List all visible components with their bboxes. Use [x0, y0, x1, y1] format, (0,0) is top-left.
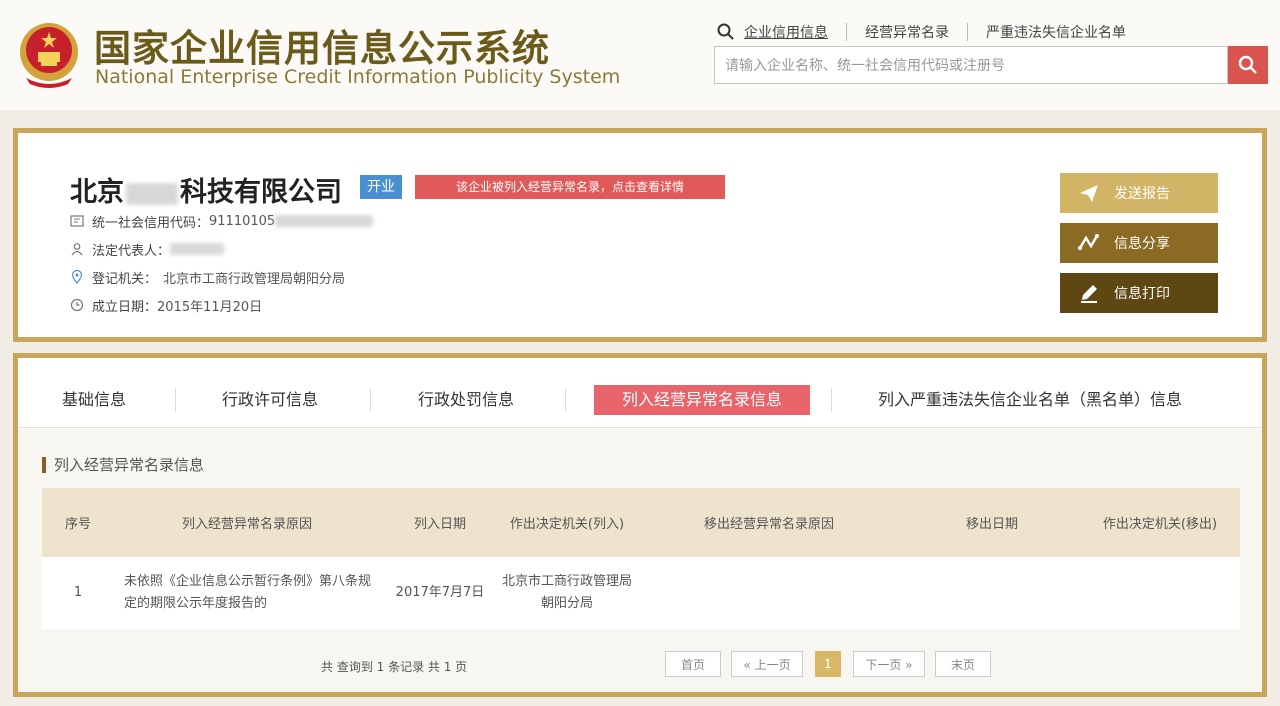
- send-report-label: 发送报告: [1114, 185, 1170, 201]
- cell-date-in: 2017年7月7日: [380, 557, 500, 629]
- link-abnormal-list[interactable]: 经营异常名录: [865, 22, 949, 42]
- table-header-row: 序号 列入经营异常名录原因 列入日期 作出决定机关(列入) 移出经营异常名录原因…: [42, 488, 1240, 557]
- section-title: 列入经营异常名录信息: [42, 457, 204, 473]
- authority-value: 北京市工商行政管理局朝阳分局: [163, 271, 346, 287]
- location-pin-icon: [71, 270, 83, 284]
- tab-blacklist[interactable]: 列入严重违法失信企业名单（黑名单）信息: [878, 385, 1182, 415]
- status-badge: 开业: [360, 175, 402, 199]
- site-title-en: National Enterprise Credit Information P…: [95, 66, 621, 88]
- abnormal-notice-badge[interactable]: 该企业被列入经营异常名录，点击查看详情: [415, 175, 725, 199]
- national-emblem-icon: [20, 23, 78, 88]
- share-info-label: 信息分享: [1114, 235, 1170, 251]
- print-info-label: 信息打印: [1114, 285, 1170, 301]
- link-blacklist[interactable]: 严重违法失信企业名单: [986, 22, 1126, 42]
- paper-plane-icon: [1080, 185, 1098, 202]
- last-page-button[interactable]: 末页: [935, 651, 991, 677]
- divider: [846, 23, 847, 41]
- next-page-button[interactable]: 下一页 »: [853, 651, 925, 677]
- share-info-button[interactable]: 信息分享: [1060, 223, 1218, 263]
- site-title-cn: 国家企业信用信息公示系统: [94, 27, 550, 70]
- col-header-index: 序号: [42, 488, 114, 557]
- authority-row: 登记机关： 北京市工商行政管理局朝阳分局: [70, 267, 345, 287]
- established-value: 2015年11月20日: [157, 299, 263, 315]
- established-row: 成立日期： 2015年11月20日: [70, 295, 262, 315]
- tab-divider: [370, 388, 371, 412]
- cell-reason-in: 未依照《企业信息公示暂行条例》第八条规定的期限公示年度报告的: [114, 557, 380, 629]
- cell-index: 1: [42, 557, 114, 629]
- link-enterprise-credit[interactable]: 企业信用信息: [744, 22, 828, 42]
- established-label: 成立日期：: [92, 299, 158, 315]
- current-page-button[interactable]: 1: [815, 651, 841, 677]
- tab-admin-license[interactable]: 行政许可信息: [222, 385, 318, 415]
- col-header-date-out: 移出日期: [904, 488, 1080, 557]
- search-button[interactable]: [1228, 46, 1268, 84]
- divider: [967, 23, 968, 41]
- redacted-text: [126, 182, 178, 205]
- col-header-authority-out: 作出决定机关(移出): [1080, 488, 1240, 557]
- cell-date-out: [904, 557, 1080, 629]
- legal-rep-label: 法定代表人：: [92, 243, 171, 259]
- tab-admin-penalty[interactable]: 行政处罚信息: [418, 385, 514, 415]
- print-info-button[interactable]: 信息打印: [1060, 273, 1218, 313]
- company-name: 北京 科技有限公司: [70, 177, 342, 208]
- redacted-text: [275, 215, 374, 227]
- credit-code-value: 91110105: [209, 213, 276, 229]
- share-icon: [1078, 234, 1099, 250]
- credit-code-label: 统一社会信用代码：: [92, 215, 210, 231]
- search-input[interactable]: [714, 46, 1228, 84]
- clock-icon: [70, 298, 84, 312]
- table-row: 1 未依照《企业信息公示暂行条例》第八条规定的期限公示年度报告的 2017年7月…: [42, 557, 1240, 629]
- cell-authority-in: 北京市工商行政管理局朝阳分局: [500, 557, 634, 629]
- top-nav: 企业信用信息 经营异常名录 严重违法失信企业名单: [716, 20, 1126, 44]
- legal-rep-row: 法定代表人：: [70, 239, 225, 259]
- cell-authority-out: [1080, 557, 1240, 629]
- info-panel: 基础信息 行政许可信息 行政处罚信息 列入经营异常名录信息 列入严重违法失信企业…: [13, 353, 1267, 697]
- tab-bar: 基础信息 行政许可信息 行政处罚信息 列入经营异常名录信息 列入严重违法失信企业…: [18, 358, 1262, 428]
- col-header-reason-out: 移出经营异常名录原因: [634, 488, 904, 557]
- send-report-button[interactable]: 发送报告: [1060, 173, 1218, 213]
- authority-label: 登记机关：: [92, 271, 158, 287]
- person-icon: [71, 243, 83, 256]
- pagination-info: 共 查询到 1 条记录 共 1 页: [321, 660, 468, 674]
- tab-divider: [175, 388, 176, 412]
- first-page-button[interactable]: 首页: [665, 651, 721, 677]
- tab-abnormal-list[interactable]: 列入经营异常名录信息: [594, 385, 810, 415]
- prev-page-button[interactable]: « 上一页: [731, 651, 803, 677]
- tab-basic-info[interactable]: 基础信息: [62, 385, 126, 415]
- col-header-date-in: 列入日期: [380, 488, 500, 557]
- id-card-icon: [70, 215, 84, 227]
- col-header-reason-in: 列入经营异常名录原因: [114, 488, 380, 557]
- tab-divider: [565, 388, 566, 412]
- company-card: 北京 科技有限公司 开业 该企业被列入经营异常名录，点击查看详情 统一社会信用代码…: [13, 128, 1267, 342]
- credit-code-row: 统一社会信用代码： 91110105: [70, 211, 374, 231]
- pencil-icon: [1081, 285, 1097, 303]
- search-icon: [1238, 55, 1257, 74]
- redacted-text: [170, 243, 225, 255]
- search-icon: [717, 23, 734, 40]
- abnormal-list-table: 序号 列入经营异常名录原因 列入日期 作出决定机关(列入) 移出经营异常名录原因…: [42, 488, 1240, 629]
- cell-reason-out: [634, 557, 904, 629]
- site-header: 国家企业信用信息公示系统 National Enterprise Credit …: [0, 0, 1280, 110]
- col-header-authority-in: 作出决定机关(列入): [500, 488, 634, 557]
- tab-divider: [831, 388, 832, 412]
